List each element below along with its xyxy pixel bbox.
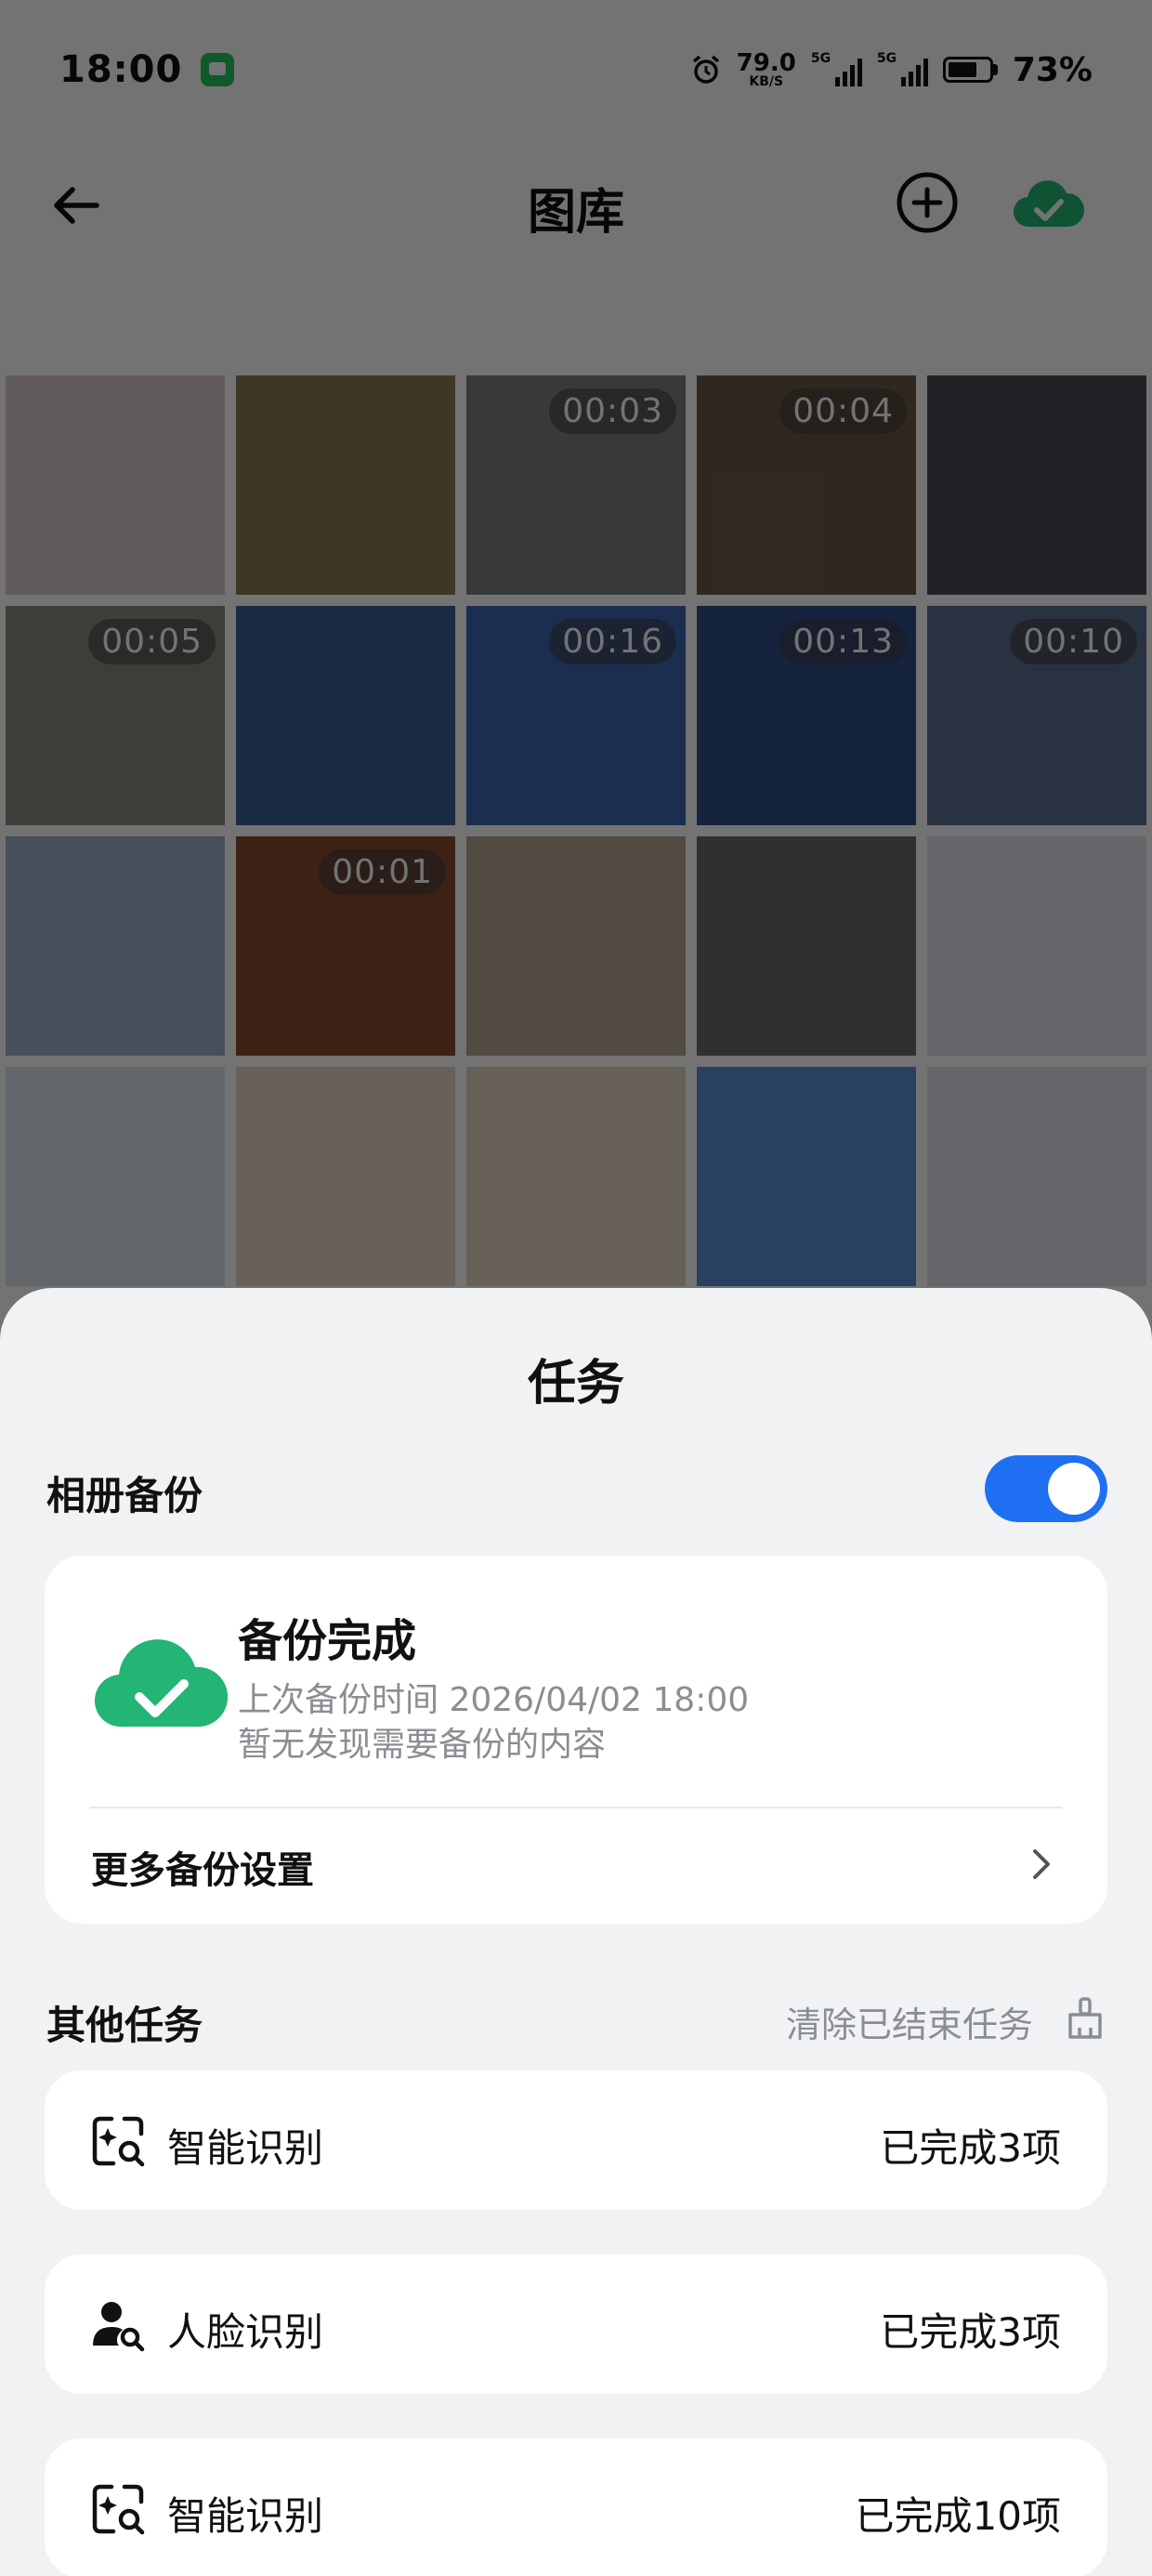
photo-thumbnail[interactable] [6,1067,225,1286]
photo-thumbnail[interactable]: 00:13 [697,606,916,825]
sheet-title: 任务 [527,1356,624,1412]
tasks-bottom-sheet: 任务 相册备份 备份完成 上次备份时间 2026/04/02 18:00 暂无发… [0,1288,1152,2576]
photo-thumbnail[interactable] [927,836,1146,1056]
smart-recognition-icon [92,2484,145,2535]
task-status: 已完成3项 [880,2309,1061,2355]
album-backup-label: 相册备份 [46,1473,203,1518]
messaging-notification-icon [201,53,235,86]
add-icon[interactable] [894,169,961,236]
task-item[interactable]: 智能识别 已完成3项 [45,2070,1107,2210]
video-duration-badge: 00:01 [319,849,446,895]
photo-thumbnail[interactable]: 00:10 [927,606,1146,825]
sim1-signal-icon: 5G [810,51,862,86]
more-backup-settings-row[interactable]: 更多备份设置 [45,1808,1107,1924]
status-indicators: 79.0 KB/S 5G 5G 73% [690,51,1093,89]
face-recognition-icon [93,2302,145,2352]
network-speed-unit: KB/S [749,74,784,89]
last-backup-time: 上次备份时间 2026/04/02 18:00 [238,1681,750,1719]
header: 图库 [0,139,1152,269]
video-duration-badge: 00:05 [88,619,216,664]
more-backup-settings-label: 更多备份设置 [91,1849,314,1892]
network-speed: 79.0 KB/S [737,51,796,88]
photo-thumbnail[interactable] [466,836,686,1056]
task-item[interactable]: 人脸识别 已完成3项 [45,2254,1107,2394]
photo-thumbnail[interactable] [697,1067,916,1286]
task-status: 已完成10项 [855,2493,1061,2539]
task-item[interactable]: 智能识别 已完成10项 [45,2438,1107,2576]
photo-thumbnail[interactable]: 00:04 [697,375,916,595]
backup-note: 暂无发现需要备份的内容 [238,1726,607,1764]
photo-thumbnail[interactable]: 00:05 [6,606,225,825]
backup-status-card: 备份完成 上次备份时间 2026/04/02 18:00 暂无发现需要备份的内容… [45,1556,1107,1924]
video-duration-badge: 00:10 [1010,619,1137,664]
network-speed-value: 79.0 [736,49,796,77]
photo-grid: 00:03 00:04 00:05 00:16 00:13 00:10 00:01 [6,375,1146,1286]
other-tasks-label: 其他任务 [46,2003,203,2048]
broom-icon[interactable] [1065,1996,1106,2041]
photo-thumbnail[interactable] [236,1067,455,1286]
photo-thumbnail[interactable] [697,836,916,1056]
page-title: 图库 [527,185,624,241]
task-name: 智能识别 [167,2493,324,2539]
photo-thumbnail[interactable]: 00:01 [236,836,455,1056]
toggle-knob [1048,1463,1100,1515]
video-duration-badge: 00:16 [549,619,676,664]
backup-status-title: 备份完成 [238,1615,417,1667]
sim1-label: 5G [810,51,831,66]
video-duration-badge: 00:03 [549,388,676,434]
photo-thumbnail[interactable]: 00:16 [466,606,686,825]
status-bar: 18:00 79.0 KB/S 5G 5G 73% [0,0,1152,139]
photo-thumbnail[interactable] [466,1067,686,1286]
backup-complete-cloud-icon [94,1639,229,1728]
task-name: 智能识别 [167,2125,324,2171]
photo-thumbnail[interactable] [6,375,225,595]
clear-finished-tasks-button[interactable]: 清除已结束任务 [786,1996,1033,2047]
task-name: 人脸识别 [167,2309,324,2355]
photo-thumbnail[interactable] [927,375,1146,595]
task-status: 已完成3项 [880,2125,1061,2171]
video-duration-badge: 00:13 [779,619,907,664]
battery-percent: 73% [1012,50,1093,89]
chevron-right-icon [1033,1849,1050,1879]
alarm-icon [692,55,719,84]
photo-thumbnail[interactable] [236,606,455,825]
video-duration-badge: 00:04 [779,388,907,434]
photo-thumbnail[interactable] [6,836,225,1056]
photo-thumbnail[interactable]: 00:03 [466,375,686,595]
cloud-sync-icon[interactable] [1011,173,1085,232]
smart-recognition-icon [92,2116,145,2167]
photo-thumbnail[interactable] [236,375,455,595]
sim2-label: 5G [876,51,897,66]
sim2-signal-icon: 5G [876,51,928,86]
status-time: 18:00 [59,48,183,91]
photo-thumbnail[interactable] [927,1067,1146,1286]
album-backup-toggle[interactable] [985,1455,1107,1522]
battery-icon [942,57,998,83]
